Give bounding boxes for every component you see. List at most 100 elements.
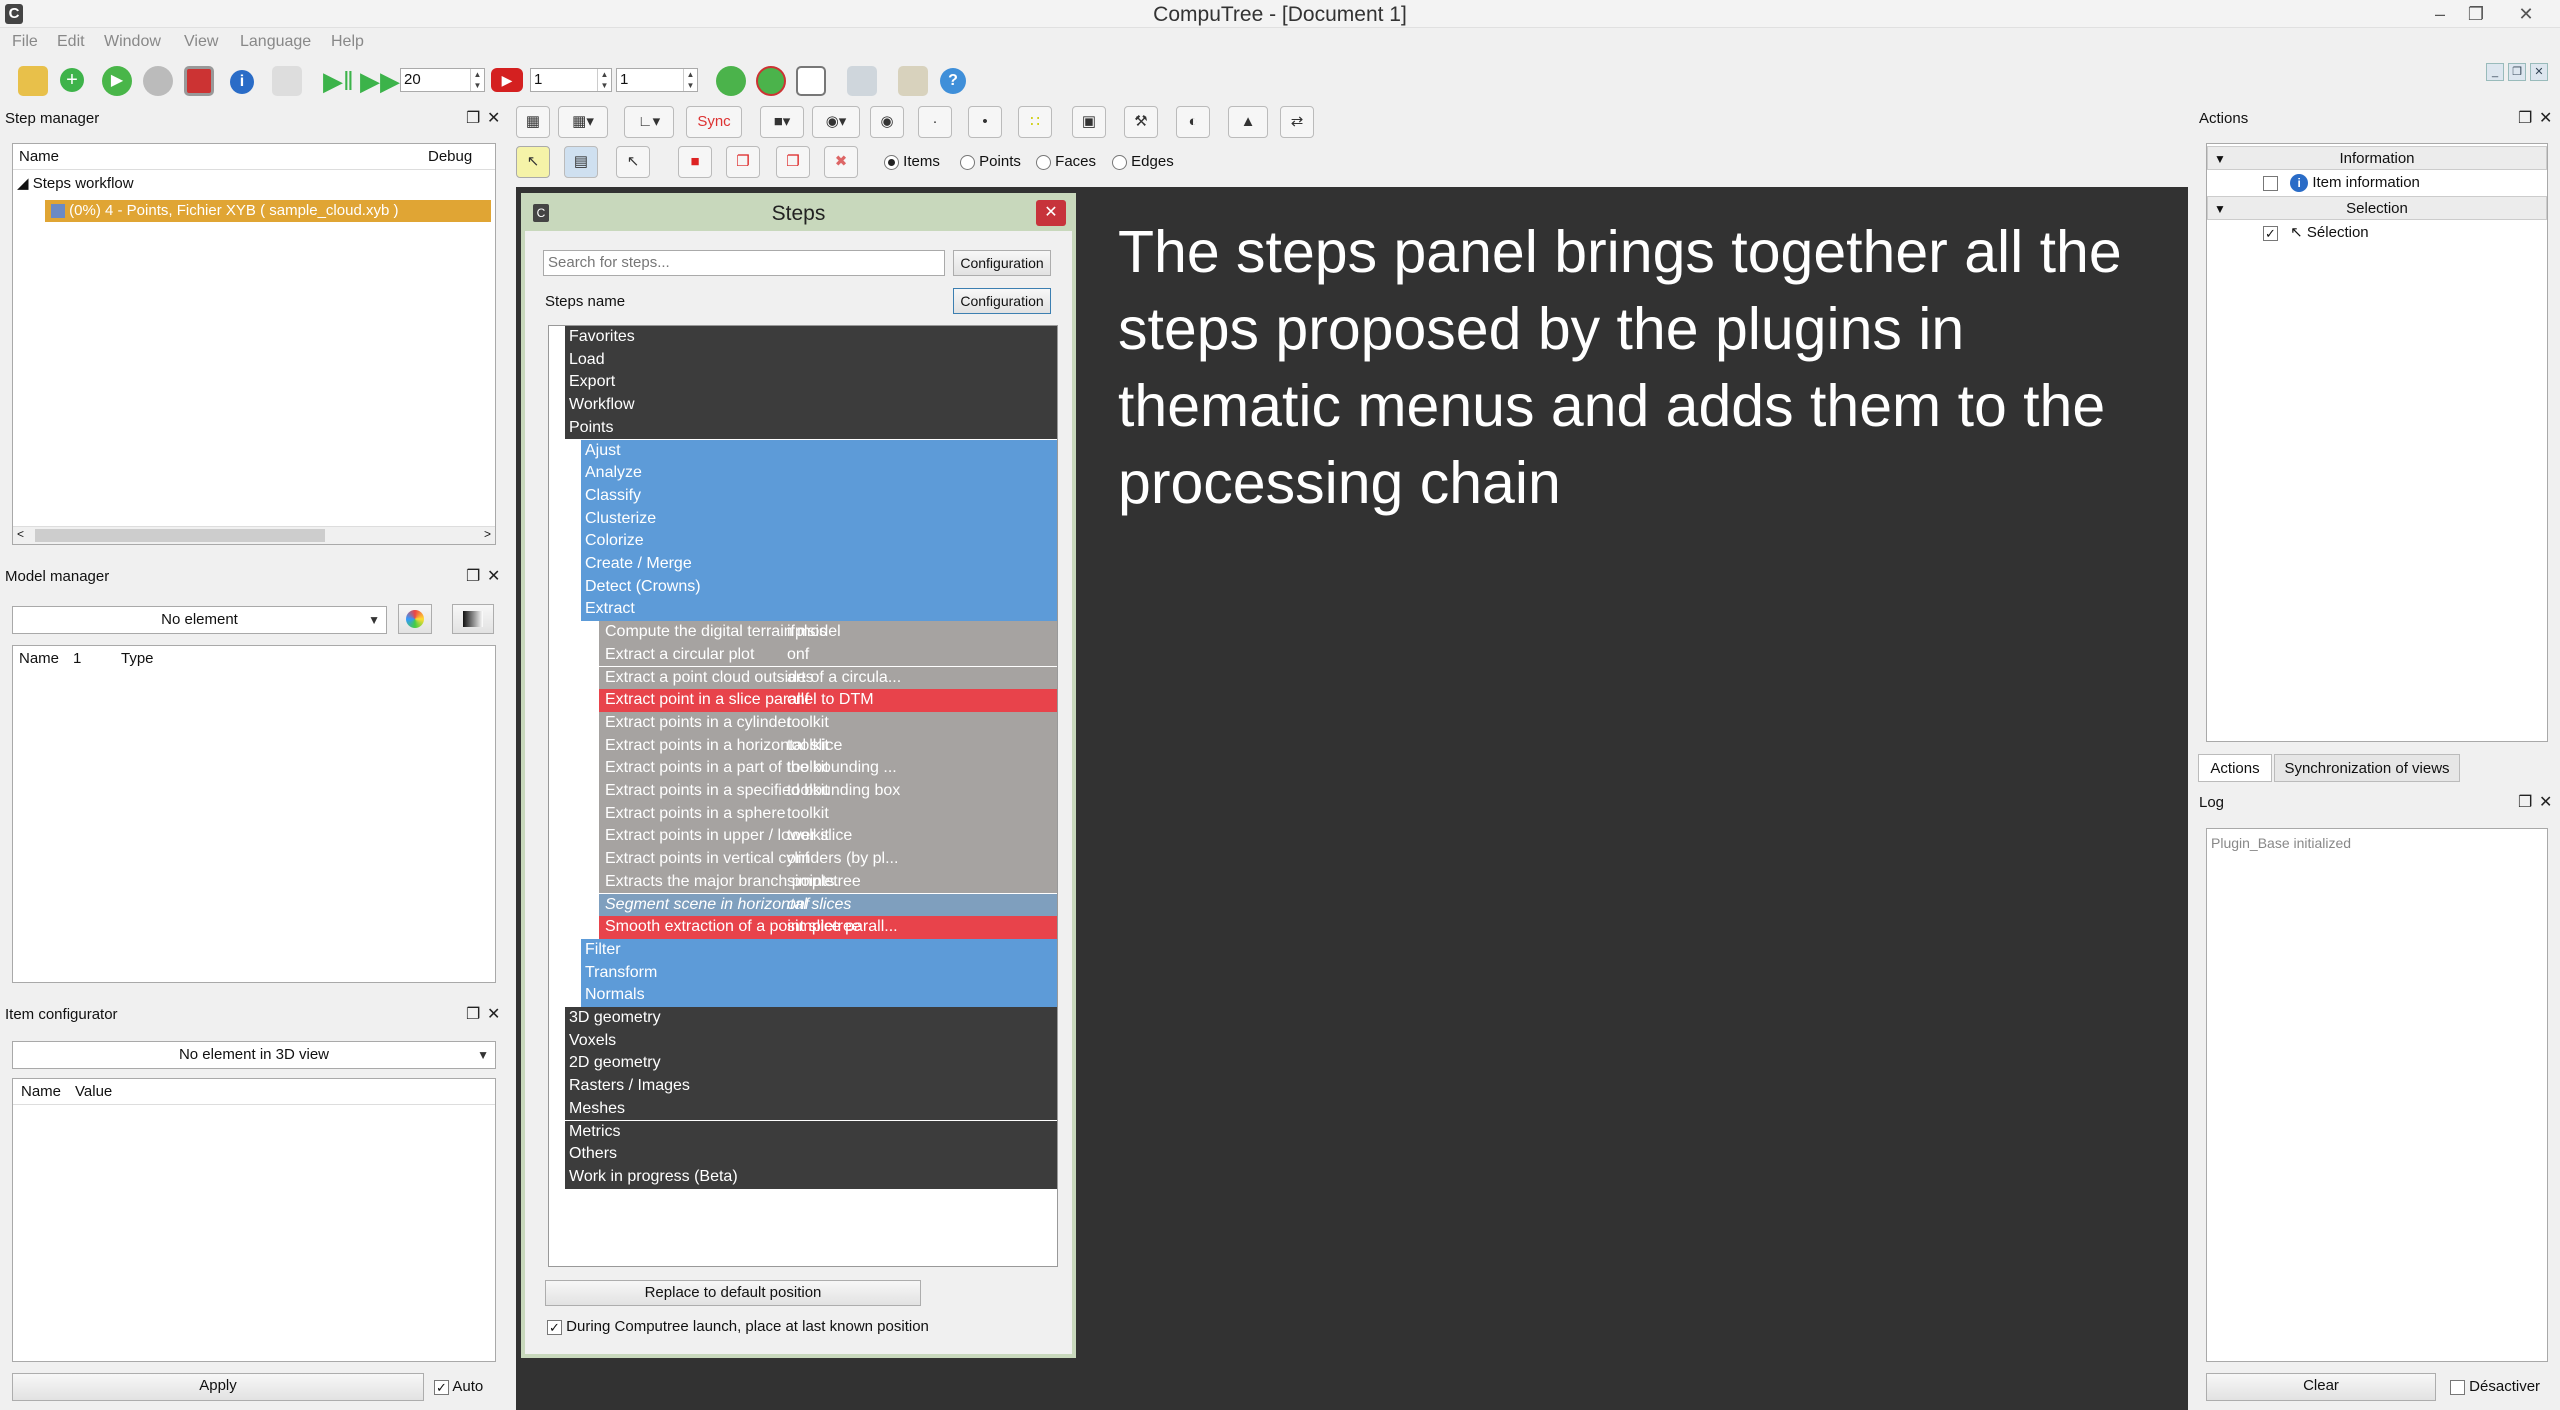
apply-button[interactable]: Apply [12, 1373, 424, 1401]
tree-category[interactable]: ◢Points [565, 416, 1057, 440]
gradient-button[interactable] [452, 604, 494, 634]
select-mode-1-button[interactable]: ■ [678, 146, 712, 178]
tree-subcategory[interactable]: ▷Ajust [581, 439, 1057, 463]
table-icon[interactable] [796, 66, 826, 96]
clear-icon[interactable] [272, 66, 302, 96]
steps-window-titlebar[interactable]: C Steps ✕ [525, 197, 1072, 231]
tree-category[interactable]: ▷3D geometry [565, 1007, 1057, 1030]
tab-actions[interactable]: Actions [2198, 754, 2272, 782]
float-icon[interactable]: ❐ [2518, 790, 2532, 816]
tree-category[interactable]: ▷Metrics [565, 1120, 1057, 1144]
tree-category[interactable]: ▷Rasters / Images [565, 1075, 1057, 1098]
select-mode-3-button[interactable]: ❐ [776, 146, 810, 178]
axis-button[interactable]: ∟▾ [624, 106, 674, 138]
camera-button[interactable]: ■▾ [760, 106, 804, 138]
launch-position-checkbox[interactable]: ✓ During Computree launch, place at last… [547, 1318, 929, 1335]
step-item[interactable]: Smooth extraction of a point slice paral… [599, 916, 1057, 939]
tree-subcategory[interactable]: ▷Classify [581, 484, 1057, 508]
tree-subcategory[interactable]: ▷Analyze [581, 462, 1057, 485]
information-group[interactable]: ▼ Information [2207, 146, 2547, 170]
step-item[interactable]: Extract points in a sphere toolkit [599, 802, 1057, 826]
save-icon[interactable] [184, 66, 214, 96]
close-icon[interactable]: ✕ [487, 106, 500, 132]
menu-window[interactable]: Window [104, 33, 161, 51]
step-item[interactable]: Extract a circular plot onf [599, 643, 1057, 667]
menu-help[interactable]: Help [331, 33, 364, 51]
tree-subcategory[interactable]: ▷Detect (Crowns) [581, 575, 1057, 599]
step-item[interactable]: (0%) 4 - Points, Fichier XYB ( sample_cl… [45, 200, 491, 222]
item-information-action[interactable]: i Item information [2263, 171, 2420, 195]
record-icon[interactable]: ▶ [491, 68, 523, 92]
grid-button[interactable]: ∷ [1018, 106, 1052, 138]
tree-subcategory[interactable]: ▷Filter [581, 938, 1057, 962]
radio-points[interactable]: Points [960, 153, 1021, 170]
select-clear-button[interactable]: ✖ [824, 146, 858, 178]
globe-icon[interactable] [716, 66, 746, 96]
item-combo[interactable]: No element in 3D view ▼ [12, 1041, 496, 1069]
close-icon[interactable]: ✕ [487, 1002, 500, 1028]
tree-category[interactable]: ▷Others [565, 1143, 1057, 1166]
tab-synchronization[interactable]: Synchronization of views [2274, 754, 2460, 782]
add-step-icon[interactable]: + [60, 68, 84, 92]
replace-default-position-button[interactable]: Replace to default position [545, 1280, 921, 1306]
tree-category[interactable]: ▷Workflow [565, 394, 1057, 417]
scroll-left-icon[interactable]: < [17, 527, 24, 541]
selection-group[interactable]: ▼ Selection [2207, 196, 2547, 220]
auto-checkbox[interactable]: ✓ Auto [434, 1378, 483, 1395]
radio-edges[interactable]: Edges [1112, 153, 1174, 170]
step-item[interactable]: Extract points in a cylinder toolkit [599, 711, 1057, 735]
disable-checkbox[interactable]: Désactiver [2450, 1378, 2540, 1395]
scroll-right-icon[interactable]: > [484, 527, 491, 541]
steps-workflow-root[interactable]: ◢ Steps workflow [17, 174, 134, 192]
eye-button[interactable]: ◉▾ [812, 106, 860, 138]
selection-action[interactable]: ✓ ↖ Sélection [2263, 221, 2369, 245]
float-icon[interactable]: ❐ [466, 1002, 480, 1028]
tree-subcategory[interactable]: ◢Extract [581, 598, 1057, 622]
select-pointer-button[interactable]: ↖ [516, 146, 550, 178]
globe-remove-icon[interactable] [756, 66, 786, 96]
play-icon[interactable]: ▶ [102, 66, 132, 96]
restore-button[interactable]: ❐ [2462, 2, 2490, 26]
tree-subcategory[interactable]: ▷Normals [581, 984, 1057, 1007]
close-icon[interactable]: ✕ [1036, 200, 1066, 226]
search-steps-input[interactable]: Search for steps... [543, 250, 945, 276]
step-item[interactable]: Extract points in vertical cylinders (by… [599, 848, 1057, 871]
screenshot-button[interactable]: ◉ [870, 106, 904, 138]
tree-category[interactable]: ▷2D geometry [565, 1052, 1057, 1076]
float-icon[interactable]: ❐ [466, 564, 480, 590]
tree-category[interactable]: ▷Meshes [565, 1097, 1057, 1121]
sync-button[interactable]: Sync [686, 106, 742, 138]
tree-subcategory[interactable]: ▷Transform [581, 961, 1057, 985]
tree-subcategory[interactable]: ▷Clusterize [581, 507, 1057, 531]
step-item[interactable]: Extract points in upper / lower slice too… [599, 825, 1057, 849]
export-button[interactable]: ▲ [1228, 106, 1268, 138]
step-item[interactable]: Extract points in a part of the bounding… [599, 757, 1057, 780]
float-icon[interactable]: ❐ [466, 106, 480, 132]
close-icon[interactable]: ✕ [487, 564, 500, 590]
menu-edit[interactable]: Edit [57, 33, 85, 51]
help-icon[interactable]: ? [940, 68, 966, 94]
horizontal-scrollbar[interactable]: < > [13, 526, 495, 544]
select-rect-button[interactable]: ▤ [564, 146, 598, 178]
radio-items[interactable]: Items [884, 153, 940, 170]
step-forward-icon[interactable]: ▶‖ [323, 68, 354, 98]
tree-category[interactable]: Favorites [565, 326, 1057, 349]
stop-icon[interactable] [143, 66, 173, 96]
step-item[interactable]: Extract points in a specified bounding b… [599, 780, 1057, 803]
close-window-button[interactable]: ✕ [2512, 2, 2540, 26]
step-item[interactable]: Extract points in a horizontal slice tool… [599, 734, 1057, 758]
step-item[interactable]: Extract point in a slice parallel to DTM… [599, 689, 1057, 712]
tree-category[interactable]: ▷Voxels [565, 1029, 1057, 1053]
step-item[interactable]: Segment scene in horizontal slices onf [599, 893, 1057, 917]
configuration-button[interactable]: Configuration [953, 250, 1051, 276]
menu-view[interactable]: View [184, 33, 218, 51]
tree-subcategory[interactable]: ▷Create / Merge [581, 553, 1057, 576]
contrast-button[interactable]: ◐ [1176, 106, 1210, 138]
menu-language[interactable]: Language [240, 33, 311, 51]
close-icon[interactable]: ✕ [2539, 790, 2552, 816]
jump-steps-spinbox[interactable]: 20 ▲ ▼ [400, 68, 485, 92]
frame-spinbox-1[interactable]: 1 ▲ ▼ [530, 68, 612, 92]
info-icon[interactable]: i [230, 70, 254, 94]
step-item[interactable]: Compute the digital terrain model ifplsis [599, 621, 1057, 644]
view-cube-button[interactable]: ▦ [516, 106, 550, 138]
